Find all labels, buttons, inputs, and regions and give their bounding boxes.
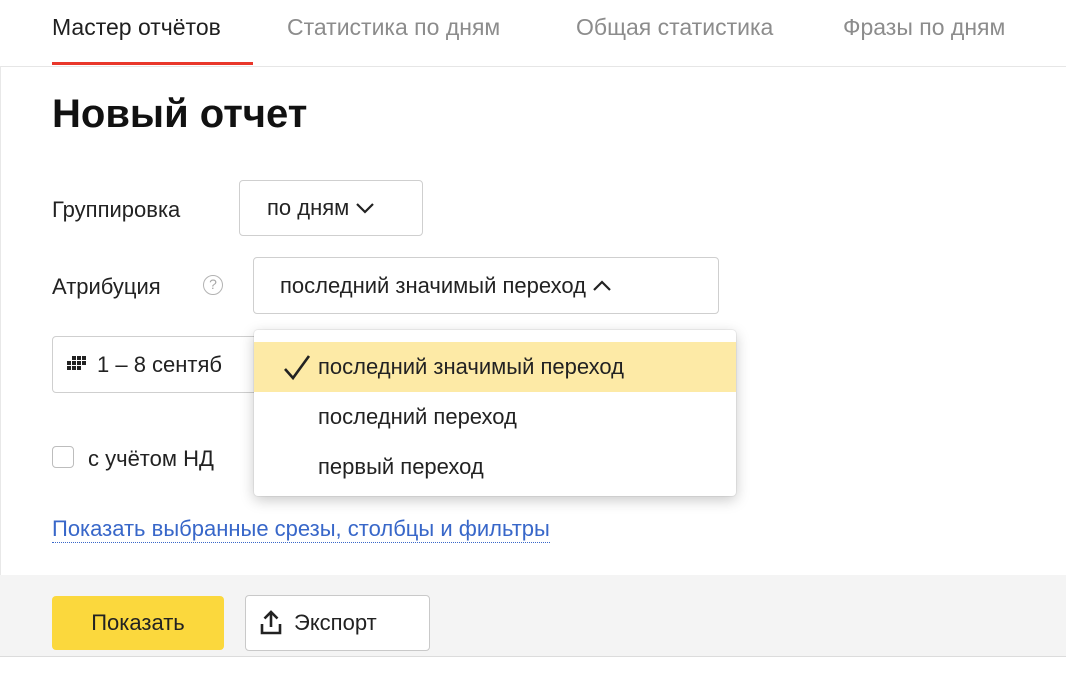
panel-bottom-border [0, 656, 1066, 657]
option-label: первый переход [318, 454, 484, 479]
show-button-label: Показать [91, 610, 185, 635]
attribution-value: последний значимый переход [280, 272, 586, 298]
tab-daily-phrases[interactable]: Фразы по дням [843, 14, 1005, 41]
tab-general-stats[interactable]: Общая статистика [576, 14, 773, 41]
vat-label: с учётом НД [88, 446, 214, 471]
show-button[interactable]: Показать [52, 596, 224, 650]
date-range-value: 1 – 8 сентяб [97, 351, 223, 377]
chevron-up-icon [592, 273, 612, 299]
vat-checkbox[interactable] [52, 446, 74, 468]
tab-report-wizard[interactable]: Мастер отчётов [52, 14, 221, 41]
tabs-divider [0, 66, 1066, 67]
attribution-label: Атрибуция [52, 274, 161, 299]
grouping-label: Группировка [52, 197, 181, 222]
panel-border [0, 66, 1, 656]
question-circle-icon[interactable]: ? [203, 275, 223, 295]
option-last-significant-click[interactable]: последний значимый переход [254, 342, 736, 392]
calendar-icon [65, 352, 91, 378]
option-label: последний переход [318, 404, 517, 429]
option-first-click[interactable]: первый переход [254, 442, 736, 492]
export-button[interactable]: Экспорт [245, 595, 430, 651]
grouping-value: по дням [267, 195, 350, 220]
attribution-dropdown: последний значимый переход последний пер… [254, 330, 736, 496]
active-tab-indicator [52, 62, 253, 65]
attribution-select[interactable]: последний значимый переход [253, 257, 719, 314]
page-title: Новый отчет [52, 92, 308, 136]
show-selected-filters-link[interactable]: Показать выбранные срезы, столбцы и филь… [52, 516, 550, 543]
export-button-label: Экспорт [294, 610, 377, 635]
option-last-click[interactable]: последний переход [254, 392, 736, 442]
check-icon [282, 354, 312, 388]
report-tabs: Мастер отчётов Статистика по дням Общая … [0, 0, 1066, 66]
option-label: последний значимый переход [318, 354, 624, 379]
tab-daily-stats[interactable]: Статистика по дням [287, 14, 500, 41]
grouping-select[interactable]: по дням [239, 180, 423, 236]
chevron-down-icon [355, 195, 375, 221]
upload-icon [260, 610, 282, 635]
